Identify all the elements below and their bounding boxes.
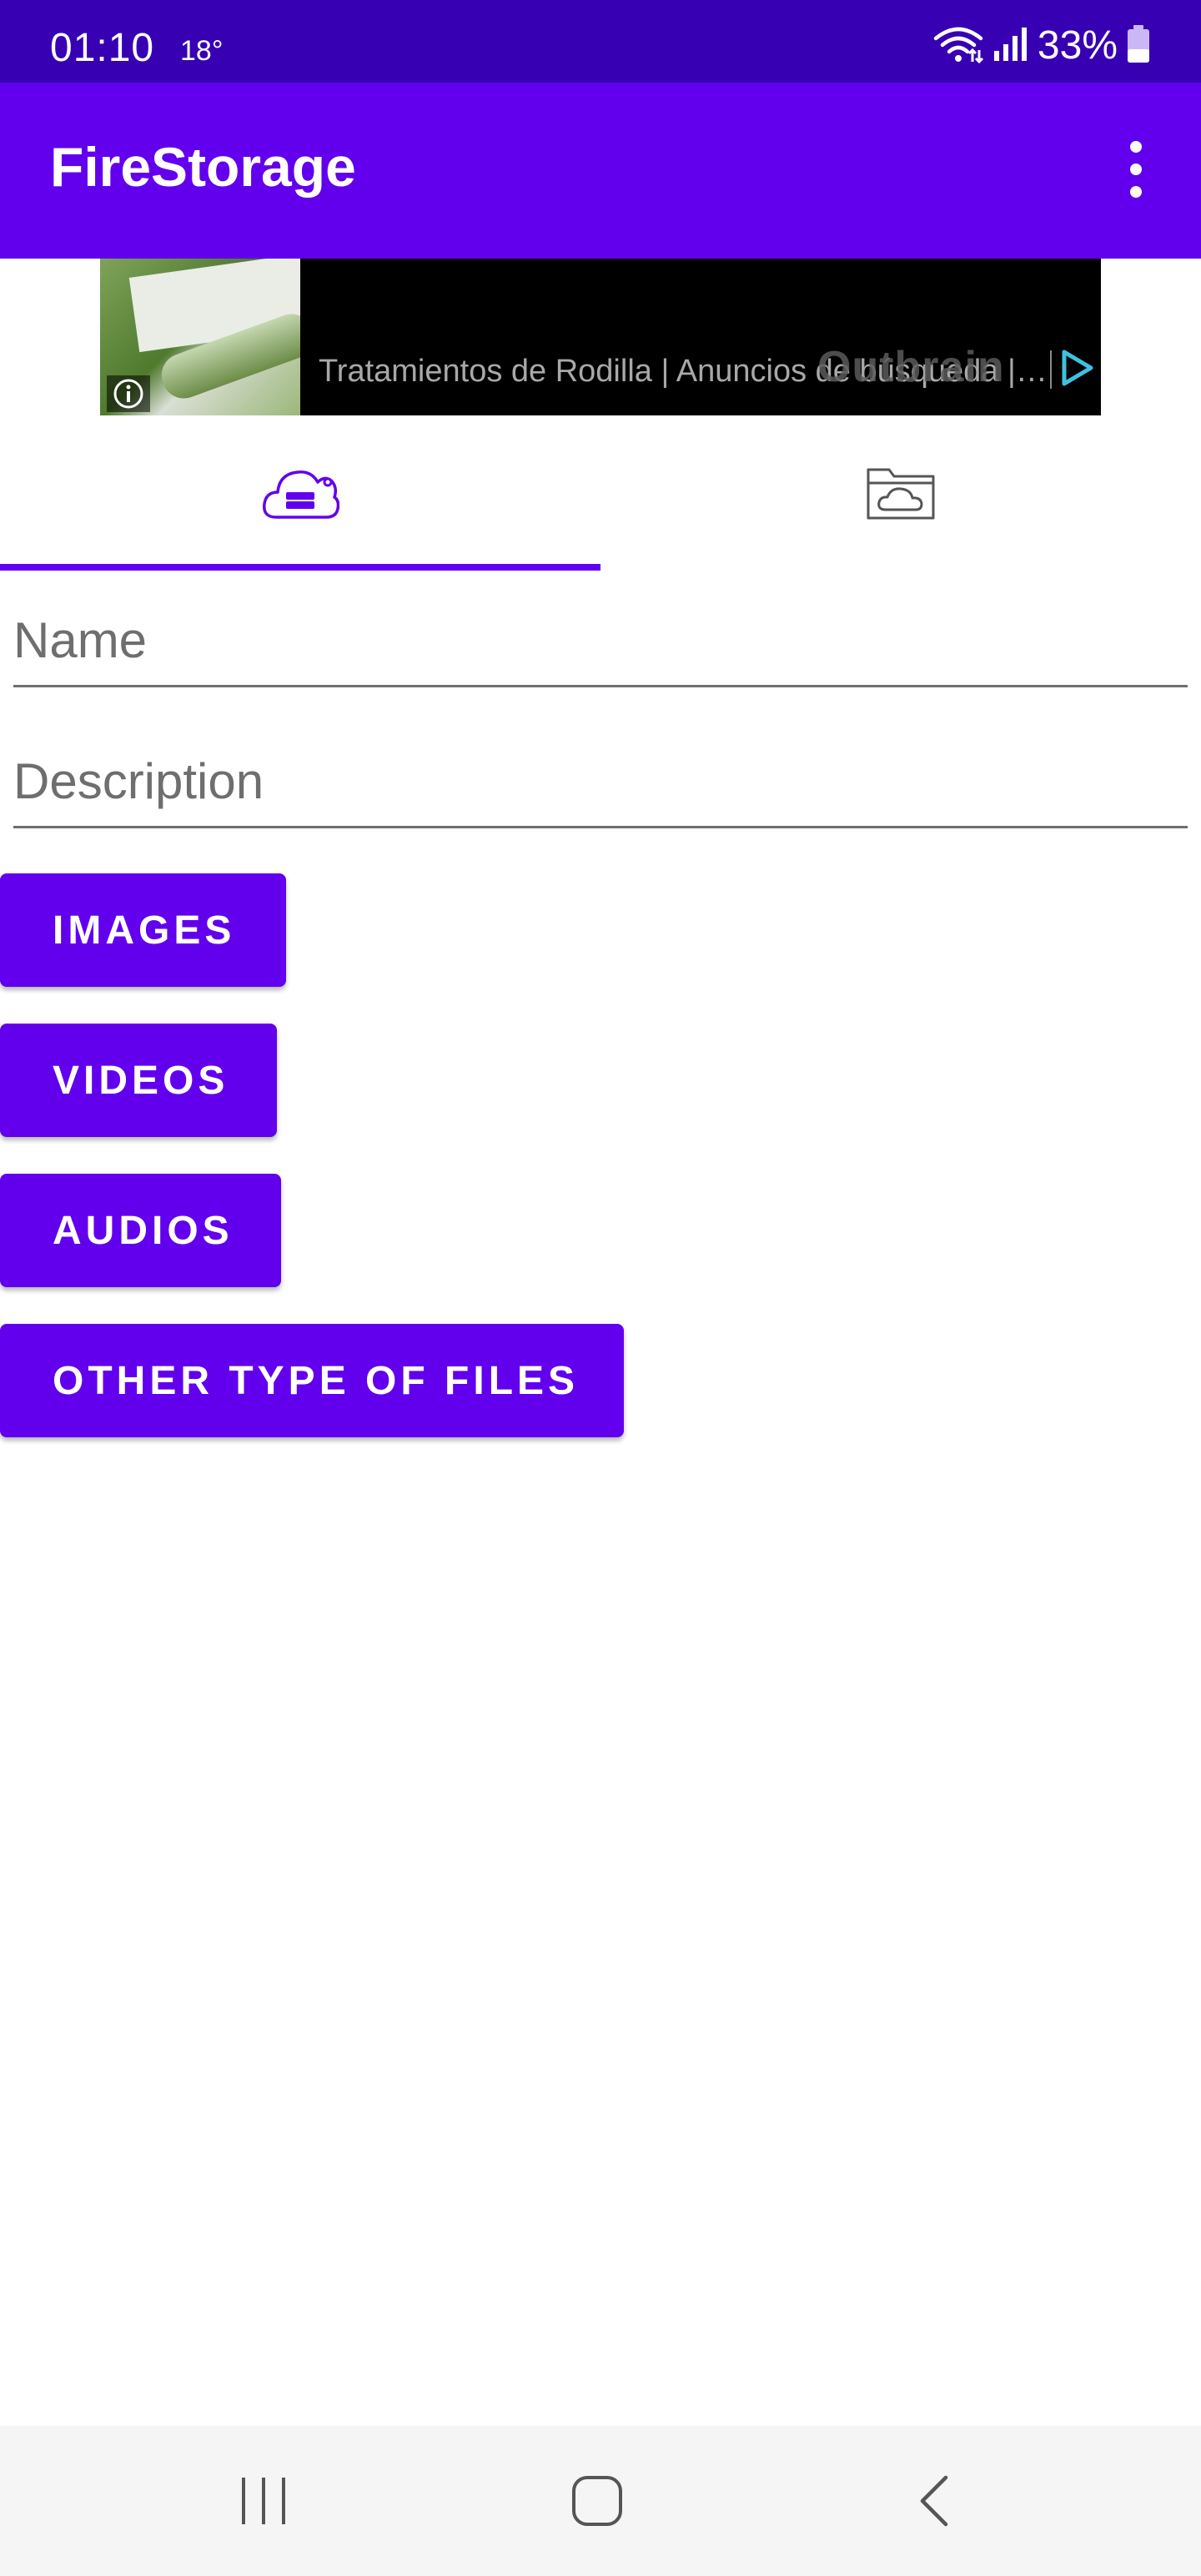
status-bar: 01:10 18° 33% [0, 0, 1201, 83]
recents-icon[interactable] [188, 2426, 339, 2576]
adchoices-icon[interactable] [1056, 347, 1098, 389]
wifi-icon [932, 25, 984, 68]
tab-files[interactable] [600, 415, 1201, 574]
home-icon[interactable] [522, 2426, 672, 2576]
ad-banner[interactable]: Tratamientos de Rodilla | Anuncios de bú… [100, 259, 1101, 415]
signal-icon [992, 26, 1029, 67]
cloud-folder-icon [866, 463, 936, 527]
tab-bar [0, 415, 1201, 574]
ad-brand: Outbrain [817, 343, 1005, 391]
status-temperature: 18° [180, 35, 224, 67]
tab-indicator [0, 564, 600, 571]
cloud-storage-icon [261, 464, 340, 526]
videos-button[interactable]: VIDEOS [0, 1024, 277, 1137]
status-indicators: 33% [932, 23, 1151, 68]
status-time: 01:10 [50, 26, 155, 70]
info-icon[interactable] [107, 375, 150, 412]
more-vert-icon[interactable] [1104, 138, 1168, 201]
description-input[interactable] [13, 737, 1188, 828]
audios-button[interactable]: AUDIOS [0, 1174, 281, 1287]
images-button[interactable]: IMAGES [0, 873, 286, 987]
name-input[interactable] [13, 596, 1188, 687]
ad-separator [1050, 350, 1052, 389]
back-icon[interactable] [859, 2426, 1009, 2576]
app-title: FireStorage [50, 136, 356, 198]
navigation-bar [0, 2426, 1201, 2576]
tab-upload[interactable] [0, 415, 600, 574]
app-bar: FireStorage [0, 83, 1201, 259]
battery-percent: 33% [1037, 23, 1118, 68]
other-files-button[interactable]: OTHER TYPE OF FILES [0, 1324, 624, 1437]
ad-image[interactable] [100, 259, 300, 415]
battery-icon [1126, 24, 1151, 68]
